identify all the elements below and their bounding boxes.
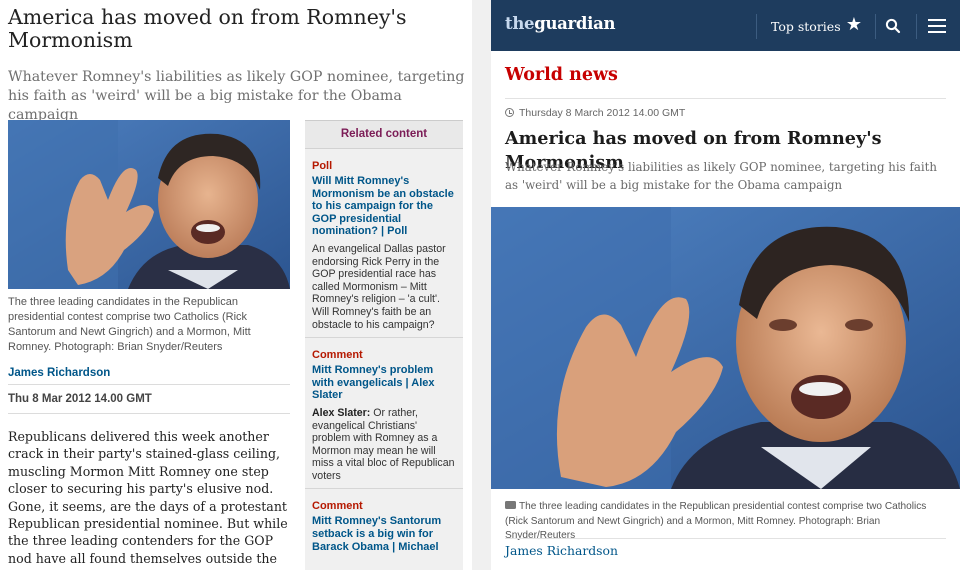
nav-separator xyxy=(916,14,917,39)
related-content-panel: Related content Poll Will Mitt Romney's … xyxy=(305,120,463,570)
related-item-desc: Alex Slater: Or rather, evangelical Chri… xyxy=(312,406,455,482)
photo-caption: The three leading candidates in the Repu… xyxy=(8,296,251,353)
related-item: Comment Mitt Romney's Santorum setback i… xyxy=(305,488,463,553)
divider xyxy=(505,538,946,539)
article-standfirst: Whatever Romney's liabilities as likely … xyxy=(505,160,937,192)
old-article-layout: America has moved on from Romney's Mormo… xyxy=(0,0,472,570)
guardian-logo[interactable]: theguardian xyxy=(505,14,616,33)
divider xyxy=(8,413,290,414)
related-item-link[interactable]: Will Mitt Romney's Mormonism be an obsta… xyxy=(312,175,457,238)
search-icon[interactable] xyxy=(885,18,901,34)
related-item: Comment Mitt Romney's problem with evang… xyxy=(305,337,463,482)
article-photo[interactable] xyxy=(491,207,960,489)
divider xyxy=(8,384,290,385)
star-icon[interactable]: ★ xyxy=(844,14,864,36)
related-item-link[interactable]: Mitt Romney's Santorum setback is a big … xyxy=(312,515,457,553)
related-item-kicker: Comment xyxy=(312,500,363,513)
nav-separator xyxy=(875,14,876,39)
nav-separator xyxy=(756,14,757,39)
related-item-desc: An evangelical Dallas pastor endorsing R… xyxy=(312,242,446,331)
article-headline: America has moved on from Romney's Mormo… xyxy=(8,5,407,52)
related-item: Poll Will Mitt Romney's Mormonism be an … xyxy=(305,149,463,331)
new-article-layout: theguardian Top stories ★ World news Thu… xyxy=(491,0,960,570)
camera-icon xyxy=(505,501,516,509)
publish-date: Thursday 8 March 2012 14.00 GMT xyxy=(505,107,685,119)
pane-divider xyxy=(472,0,491,570)
article-standfirst: Whatever Romney's liabilities as likely … xyxy=(8,69,465,123)
top-navigation-bar: theguardian Top stories ★ xyxy=(491,0,960,51)
divider xyxy=(505,98,946,99)
related-item-kicker: Comment xyxy=(312,349,363,362)
related-item-link[interactable]: Mitt Romney's problem with evangelicals … xyxy=(312,364,457,402)
related-item-kicker: Poll xyxy=(312,160,333,172)
clock-icon xyxy=(505,108,514,117)
article-photo[interactable] xyxy=(8,120,290,289)
author-link[interactable]: James Richardson xyxy=(8,367,110,379)
related-item-author: Alex Slater: xyxy=(312,406,371,419)
menu-icon[interactable] xyxy=(928,19,946,33)
article-body: Republicans delivered this week another … xyxy=(8,429,288,570)
section-title[interactable]: World news xyxy=(505,65,618,85)
author-link[interactable]: James Richardson xyxy=(505,543,618,558)
top-stories-link[interactable]: Top stories xyxy=(771,19,841,34)
publish-date: Thu 8 Mar 2012 14.00 GMT xyxy=(8,393,152,405)
photo-caption: The three leading candidates in the Repu… xyxy=(505,501,927,541)
related-content-heading: Related content xyxy=(305,121,463,149)
